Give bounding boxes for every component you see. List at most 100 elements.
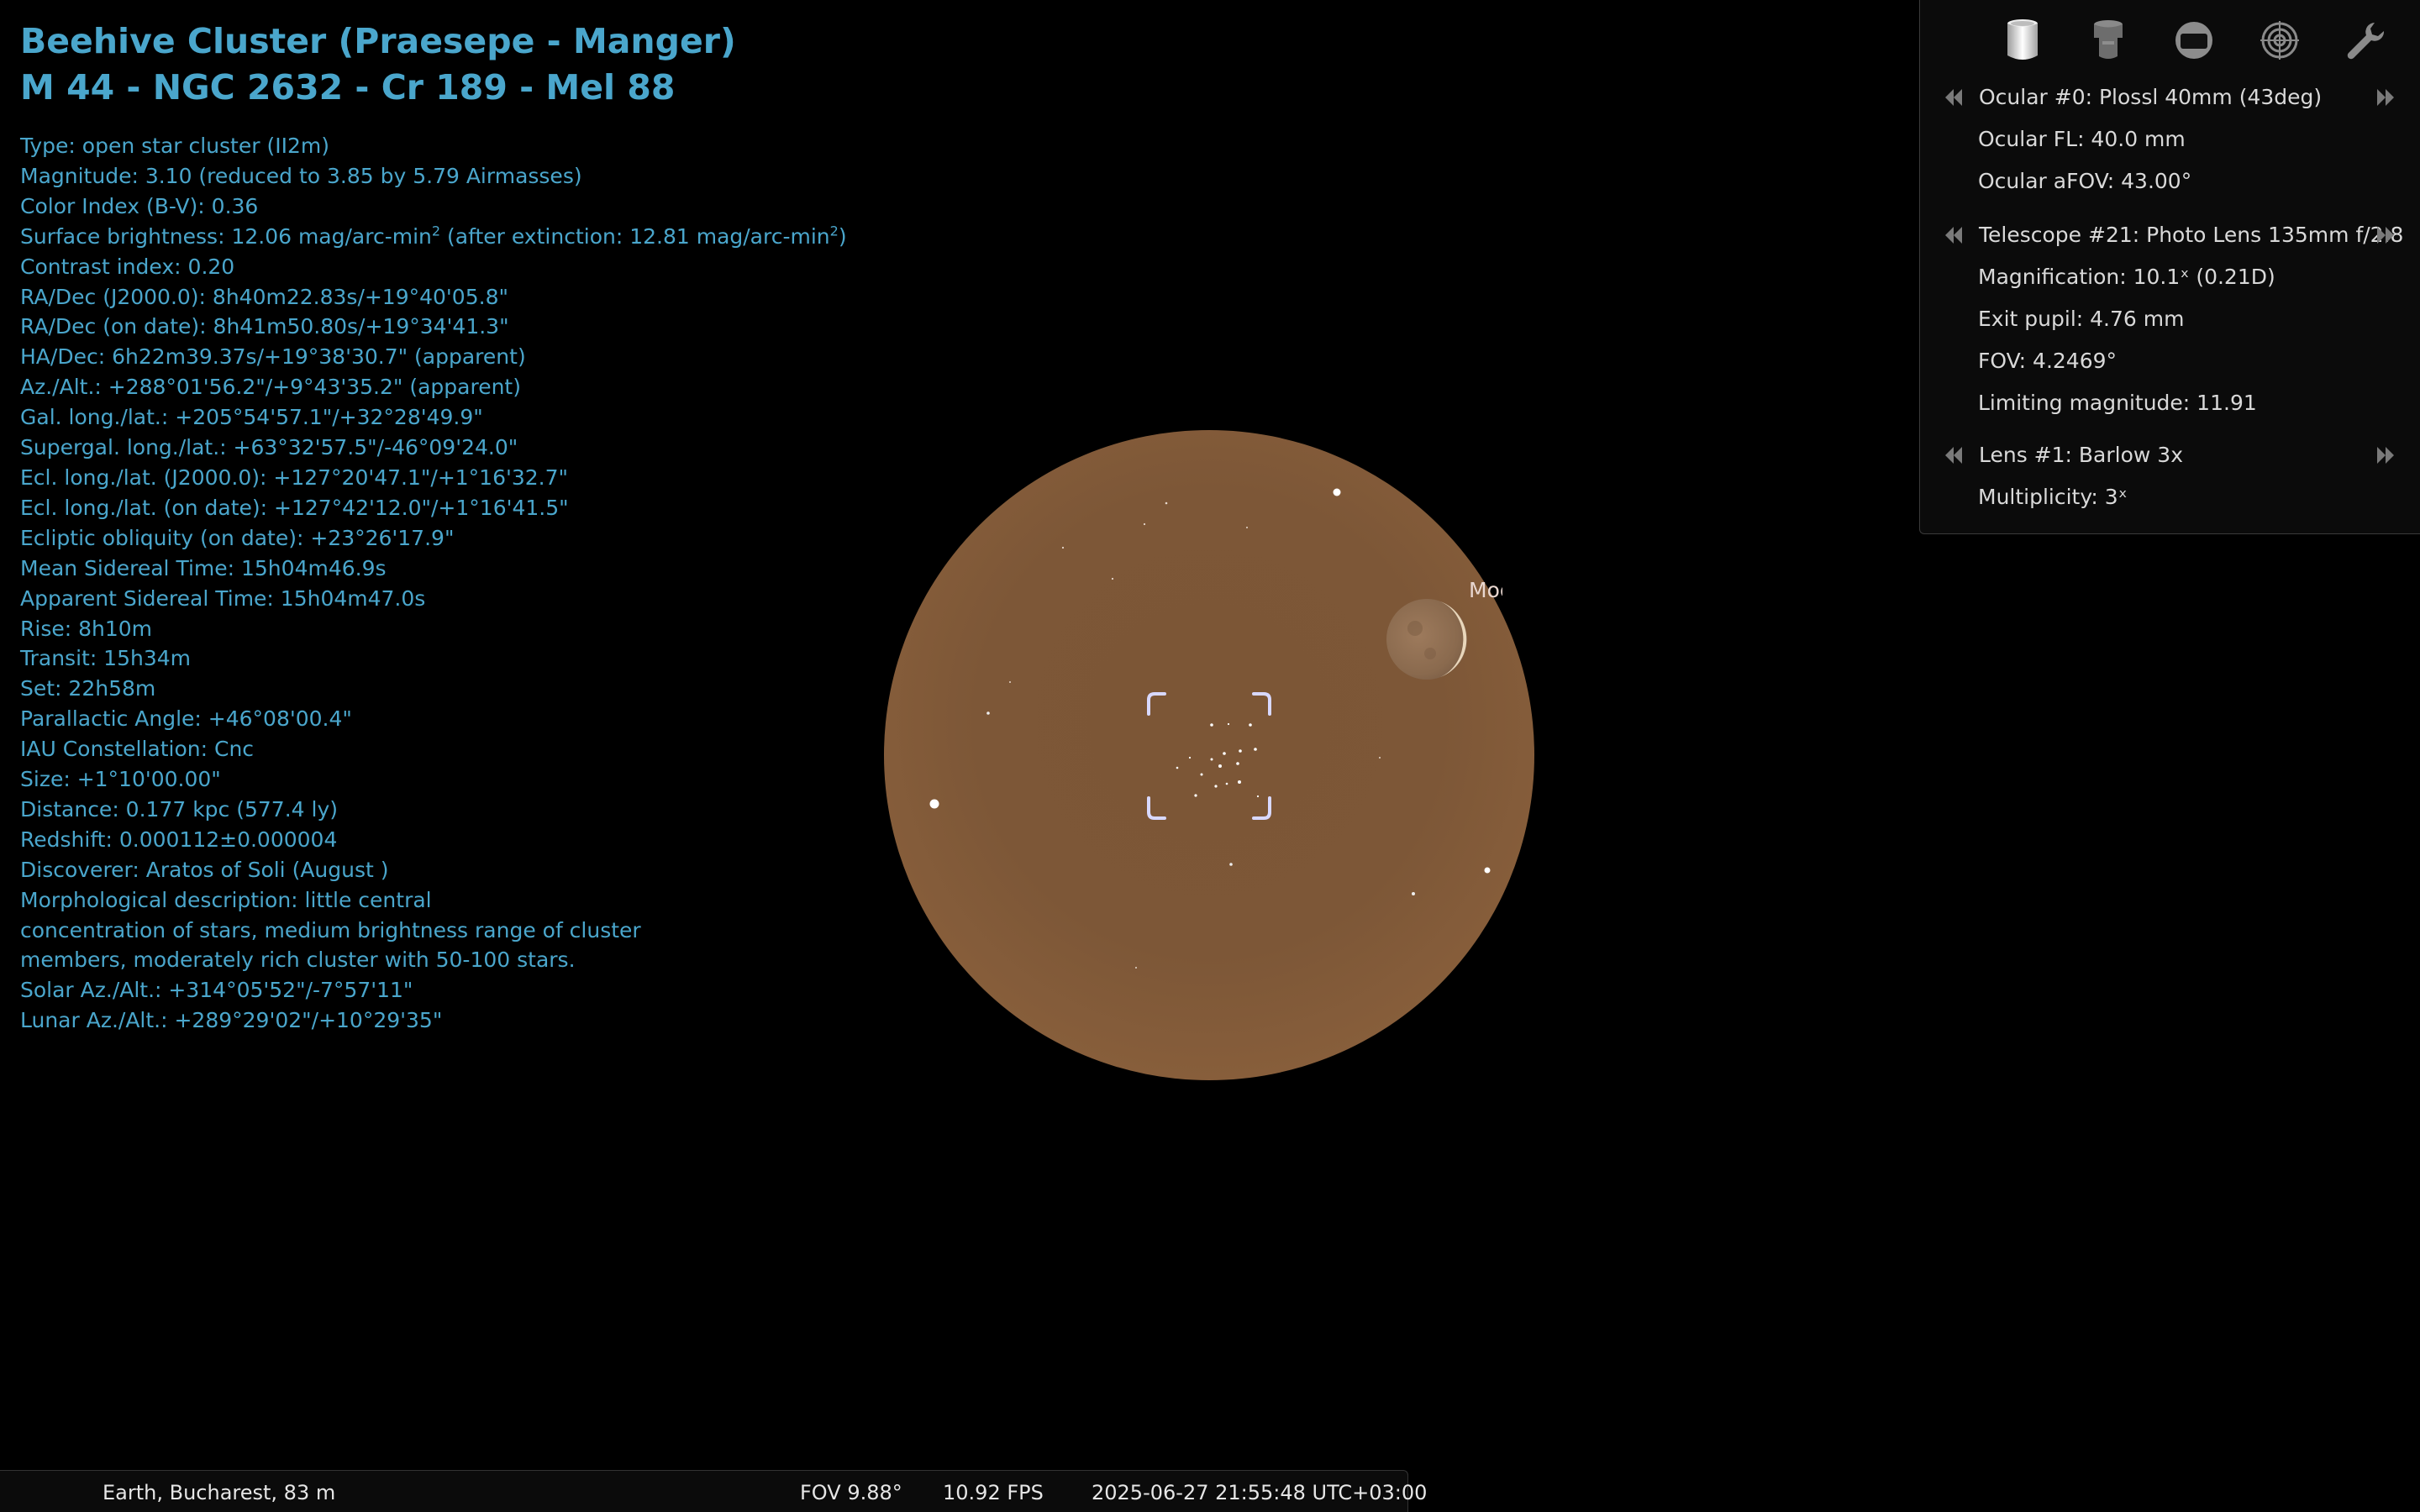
info-surface-brightness: Surface brightness: 12.06 mag/arc-min2 (… bbox=[20, 222, 944, 252]
info-size: Size: +1°10'00.00" bbox=[20, 767, 221, 792]
star[interactable] bbox=[1143, 522, 1146, 526]
star[interactable] bbox=[1379, 757, 1381, 759]
star[interactable] bbox=[1111, 577, 1114, 580]
lens-selector: Lens #1: Barlow 3x bbox=[1920, 438, 2420, 472]
info-azalt: Az./Alt.: +288°01'56.2"/+9°43'35.2" (app… bbox=[20, 375, 521, 400]
stellarium-view[interactable]: Beehive Cluster (Praesepe - Manger) M 44… bbox=[0, 0, 2420, 1512]
star[interactable] bbox=[1009, 681, 1011, 683]
oculars-panel: Ocular #0: Plossl 40mm (43deg) Ocular FL… bbox=[1919, 0, 2420, 534]
info-discoverer: Discoverer: Aratos of Soli (August ) bbox=[20, 857, 389, 882]
sb-part-c: ) bbox=[838, 223, 847, 249]
info-radec-date: RA/Dec (on date): 8h41m50.80s/+19°34'41.… bbox=[20, 314, 509, 339]
star[interactable] bbox=[1061, 546, 1065, 549]
fps-status: 10.92 FPS bbox=[943, 1481, 1044, 1504]
ocular-view-button[interactable] bbox=[1997, 15, 2048, 66]
info-color-index: Color Index (B-V): 0.36 bbox=[20, 193, 259, 218]
datetime-status[interactable]: 2025-06-27 21:55:48 UTC+03:00 bbox=[1092, 1481, 1427, 1504]
star[interactable] bbox=[929, 799, 939, 809]
telescope-icon bbox=[2094, 20, 2123, 59]
info-galactic: Gal. long./lat.: +205°54'57.1"/+32°28'49… bbox=[20, 405, 483, 430]
ccd-view-button[interactable] bbox=[2083, 15, 2133, 66]
moon-label: Moon bbox=[1469, 578, 1502, 602]
ocular-afov-row: Ocular aFOV: 43.00° bbox=[1920, 165, 2420, 198]
ocular-afov: Ocular aFOV: 43.00° bbox=[1978, 169, 2192, 193]
limiting-magnitude: Limiting magnitude: 11.91 bbox=[1978, 391, 2257, 415]
oculars-toolbar bbox=[1920, 15, 2420, 69]
info-morphology-3: members, moderately rich cluster with 50… bbox=[20, 948, 576, 973]
wrench-icon bbox=[2347, 23, 2385, 60]
info-apparent-sidereal: Apparent Sidereal Time: 15h04m47.0s bbox=[20, 585, 426, 611]
ocular-icon bbox=[2007, 19, 2038, 60]
star[interactable] bbox=[1333, 488, 1341, 496]
info-hadec: HA/Dec: 6h22m39.37s/+19°38'30.7" (appare… bbox=[20, 344, 526, 370]
ocular-name: Ocular #0: Plossl 40mm (43deg) bbox=[1979, 85, 2323, 109]
info-mean-sidereal: Mean Sidereal Time: 15h04m46.9s bbox=[20, 555, 387, 580]
info-solar-azalt: Solar Az./Alt.: +314°05'52"/-7°57'11" bbox=[20, 978, 413, 1003]
object-title: Beehive Cluster (Praesepe - Manger) bbox=[20, 21, 736, 61]
ocular-circle bbox=[884, 430, 1534, 1080]
info-supergalactic: Supergal. long./lat.: +63°32'57.5"/-46°0… bbox=[20, 435, 518, 460]
info-type: Type: open star cluster (II2m) bbox=[20, 134, 329, 158]
info-morphology-1: Morphological description: little centra… bbox=[20, 887, 432, 912]
info-distance: Distance: 0.177 kpc (577.4 ly) bbox=[20, 796, 339, 822]
star[interactable] bbox=[986, 711, 990, 715]
moon[interactable] bbox=[1386, 599, 1467, 680]
star[interactable] bbox=[1165, 501, 1168, 505]
configuration-button[interactable] bbox=[2340, 15, 2391, 66]
info-ecliptic-date: Ecl. long./lat. (on date): +127°42'12.0"… bbox=[20, 495, 569, 520]
sensor-frame-icon bbox=[2175, 22, 2212, 59]
info-constellation: IAU Constellation: Cnc bbox=[20, 737, 255, 762]
info-set: Set: 22h58m bbox=[20, 676, 156, 701]
status-bar: Earth, Bucharest, 83 m FOV 9.88° 10.92 F… bbox=[0, 1470, 1427, 1512]
star[interactable] bbox=[1412, 892, 1415, 895]
ocular-field-of-view[interactable] bbox=[884, 430, 1534, 1080]
info-ecliptic-j2000: Ecl. long./lat. (J2000.0): +127°20'47.1"… bbox=[20, 465, 569, 490]
previous-ocular-button[interactable] bbox=[1942, 86, 1965, 109]
info-lunar-azalt: Lunar Az./Alt.: +289°29'02"/+10°29'35" bbox=[20, 1008, 443, 1033]
crosshair-button[interactable] bbox=[2254, 15, 2305, 66]
magnification-row: Magnification: 10.1ˣ (0.21D) bbox=[1920, 260, 2420, 294]
object-info-panel: Beehive Cluster (Praesepe - Manger) M 44… bbox=[20, 18, 944, 1036]
exit-pupil: Exit pupil: 4.76 mm bbox=[1978, 307, 2185, 331]
sb-superscript-1: 2 bbox=[431, 223, 441, 239]
previous-telescope-button[interactable] bbox=[1942, 223, 1965, 247]
star[interactable] bbox=[1229, 863, 1233, 866]
sb-part-a: Surface brightness: 12.06 mag/arc-min bbox=[20, 223, 432, 249]
multiplicity-row: Multiplicity: 3ˣ bbox=[1920, 480, 2420, 514]
location-status[interactable]: Earth, Bucharest, 83 m bbox=[103, 1481, 335, 1504]
panel-fov: FOV: 4.2469° bbox=[1978, 349, 2118, 373]
crosshair-icon bbox=[2260, 21, 2299, 60]
sb-part-b: (after extinction: 12.81 mag/arc-min bbox=[440, 223, 830, 249]
magnification: Magnification: 10.1ˣ (0.21D) bbox=[1978, 265, 2275, 289]
multiplicity: Multiplicity: 3ˣ bbox=[1978, 485, 2128, 509]
previous-lens-button[interactable] bbox=[1942, 444, 1965, 467]
telescope-selector: Telescope #21: Photo Lens 135mm f/2.8 bbox=[1920, 218, 2420, 252]
ocular-selector: Ocular #0: Plossl 40mm (43deg) bbox=[1920, 81, 2420, 114]
info-redshift: Redshift: 0.000112±0.000004 bbox=[20, 827, 338, 852]
info-parallactic-angle: Parallactic Angle: +46°08'00.4" bbox=[20, 706, 352, 732]
limiting-magnitude-row: Limiting magnitude: 11.91 bbox=[1920, 386, 2420, 420]
star[interactable] bbox=[1246, 527, 1248, 528]
info-radec-j2000: RA/Dec (J2000.0): 8h40m22.83s/+19°40'05.… bbox=[20, 284, 508, 309]
info-transit: Transit: 15h34m bbox=[20, 646, 192, 671]
telrad-view-button[interactable] bbox=[2169, 15, 2219, 66]
star[interactable] bbox=[1135, 967, 1137, 969]
moon-label-clip: Moon bbox=[1469, 573, 1502, 610]
info-ecliptic-obliquity: Ecliptic obliquity (on date): +23°26'17.… bbox=[20, 525, 455, 550]
fov-row: FOV: 4.2469° bbox=[1920, 344, 2420, 378]
lens-name: Lens #1: Barlow 3x bbox=[1979, 443, 2183, 467]
next-lens-button[interactable] bbox=[2374, 444, 2397, 467]
star[interactable] bbox=[1484, 867, 1491, 874]
object-designations: M 44 - NGC 2632 - Cr 189 - Mel 88 bbox=[20, 67, 676, 108]
next-telescope-button[interactable] bbox=[2374, 223, 2397, 247]
info-morphology-2: concentration of stars, medium brightnes… bbox=[20, 917, 641, 942]
info-contrast-index: Contrast index: 0.20 bbox=[20, 254, 235, 279]
info-magnitude: Magnitude: 3.10 (reduced to 3.85 by 5.79… bbox=[20, 163, 582, 188]
telescope-name: Telescope #21: Photo Lens 135mm f/2.8 bbox=[1979, 223, 2404, 247]
ocular-fl: Ocular FL: 40.0 mm bbox=[1978, 127, 2186, 151]
info-rise: Rise: 8h10m bbox=[20, 616, 153, 641]
next-ocular-button[interactable] bbox=[2374, 86, 2397, 109]
exit-pupil-row: Exit pupil: 4.76 mm bbox=[1920, 302, 2420, 336]
sb-superscript-2: 2 bbox=[829, 223, 839, 239]
object-details: Type: open star cluster (II2m) Magnitude… bbox=[20, 131, 944, 1036]
